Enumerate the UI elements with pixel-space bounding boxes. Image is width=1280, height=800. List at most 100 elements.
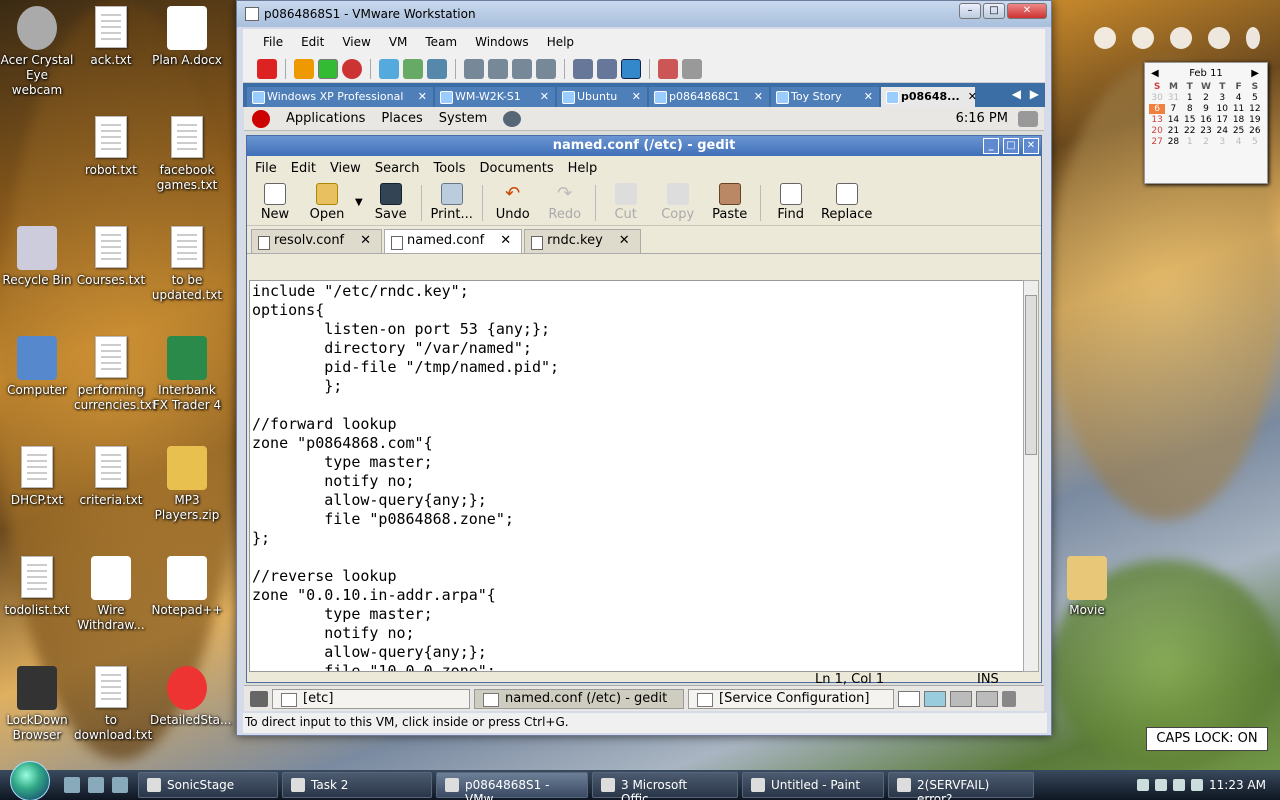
workspace-4[interactable] (976, 690, 998, 707)
tab-scroll-right-icon[interactable]: ▶ (1030, 87, 1039, 101)
snapshot-icon[interactable] (379, 58, 399, 79)
calendar-day[interactable]: 10 (1214, 104, 1230, 114)
vm-tab-winxp[interactable]: Windows XP Professional ✕ (247, 87, 433, 107)
redo-button[interactable]: ↷ Redo (541, 183, 589, 222)
gedit-minimize-button[interactable]: _ (983, 138, 999, 154)
show-desktop-icon[interactable] (250, 690, 268, 707)
calendar-day[interactable]: 5 (1247, 137, 1263, 147)
calendar-day[interactable]: 1 (1182, 137, 1198, 147)
menu-view[interactable]: View (342, 35, 370, 49)
desktop-icon[interactable]: ack.txt (74, 6, 148, 68)
calendar-day[interactable]: 18 (1230, 115, 1246, 125)
sidebar-toggle-icon[interactable] (464, 58, 484, 79)
power-tray-icon[interactable] (1191, 779, 1204, 791)
desktop-icon[interactable]: Wire Withdraw... (74, 556, 148, 633)
record-icon[interactable] (658, 58, 678, 79)
taskbar-item[interactable]: SonicStage (138, 772, 278, 798)
suspend-icon[interactable] (294, 58, 314, 79)
calendar-day[interactable]: 3 (1214, 93, 1230, 103)
gedit-close-button[interactable]: ✕ (1023, 138, 1039, 154)
desktop-icon[interactable]: Plan A.docx (150, 6, 224, 68)
menu-team[interactable]: Team (425, 35, 457, 49)
calendar-day[interactable]: 28 (1165, 137, 1181, 147)
menu-edit[interactable]: Edit (301, 35, 324, 49)
switch-windows-icon[interactable] (88, 777, 104, 793)
calendar-day[interactable]: 7 (1165, 104, 1181, 114)
taskbar-item[interactable]: 2(SERVFAIL) error? ... (888, 772, 1034, 800)
panel-applications-menu[interactable]: Applications (286, 111, 365, 126)
power-off-icon[interactable] (257, 58, 277, 79)
unity-icon[interactable] (536, 58, 556, 79)
workspace-1[interactable] (898, 690, 920, 707)
desktop-icon[interactable]: robot.txt (74, 116, 148, 178)
calendar-day[interactable]: 16 (1198, 115, 1214, 125)
desktop-icon[interactable]: Movie (1050, 556, 1124, 618)
gedit-menu-search[interactable]: Search (375, 161, 420, 176)
vmware-titlebar[interactable]: p0864868S1 - VMware Workstation – □ ✕ (237, 1, 1051, 27)
padlock-icon[interactable] (1132, 27, 1154, 49)
calendar-day[interactable]: 13 (1149, 115, 1165, 125)
task-gedit[interactable]: named.conf (/etc) - gedit (474, 688, 684, 709)
vertical-scrollbar[interactable] (1023, 280, 1039, 672)
desktop-icon[interactable]: DHCP.txt (0, 446, 74, 508)
taskbar-item[interactable]: Untitled - Paint (742, 772, 884, 798)
vm-tab-p0864868c1[interactable]: p0864868C1 ✕ (649, 87, 769, 107)
panel-places-menu[interactable]: Places (381, 111, 422, 126)
vm-tab-wm-w2k[interactable]: WM-W2K-S1 ✕ (435, 87, 555, 107)
print-button[interactable]: Print... (428, 183, 476, 222)
gedit-menu-edit[interactable]: Edit (291, 161, 316, 176)
desktop-icon[interactable]: Courses.txt (74, 226, 148, 288)
gedit-menu-tools[interactable]: Tools (433, 161, 465, 176)
calendar-day[interactable]: 14 (1165, 115, 1181, 125)
network-tray-icon[interactable] (1155, 779, 1168, 791)
open-recent-dropdown-icon[interactable]: ▼ (355, 197, 363, 208)
desktop-icon[interactable]: Acer Crystal Eye webcam (0, 6, 74, 98)
find-button[interactable]: Find (767, 183, 815, 222)
calendar-day[interactable]: 23 (1198, 126, 1214, 136)
desktop-icon[interactable]: Notepad++ (150, 556, 224, 618)
vm-tab-ubuntu[interactable]: Ubuntu ✕ (557, 87, 647, 107)
console-view-icon[interactable] (573, 58, 593, 79)
calendar-day[interactable]: 31 (1165, 93, 1181, 103)
show-desktop-icon[interactable] (64, 777, 80, 793)
calendar-day[interactable]: 2 (1198, 137, 1214, 147)
calendar-day[interactable]: 1 (1182, 93, 1198, 103)
cut-button[interactable]: Cut (602, 183, 650, 222)
workspace-2[interactable] (924, 690, 946, 707)
calendar-day[interactable]: 30 (1149, 93, 1165, 103)
volume-icon[interactable] (1018, 111, 1038, 127)
calendar-day[interactable]: 24 (1214, 126, 1230, 136)
close-tab-icon[interactable]: ✕ (619, 233, 630, 253)
file-content[interactable]: include "/etc/rndc.key"; options{ listen… (250, 281, 1026, 671)
close-tab-icon[interactable]: ✕ (968, 90, 977, 107)
desktop-icon[interactable]: LockDown Browser (0, 666, 74, 743)
menu-help[interactable]: Help (547, 35, 574, 49)
gedit-titlebar[interactable]: named.conf (/etc) - gedit _ □ ✕ (247, 136, 1041, 156)
calendar-next-icon[interactable]: ▶ (1251, 68, 1259, 79)
desktop-icon[interactable]: performing currencies.txt (74, 336, 156, 413)
calendar-day[interactable]: 2 (1198, 93, 1214, 103)
desktop-icon[interactable]: Computer (0, 336, 74, 398)
task-service-configuration[interactable]: [Service Configuration] (688, 688, 894, 709)
tab-scroll-left-icon[interactable]: ◀ (1012, 87, 1021, 101)
copy-button[interactable]: Copy (654, 183, 702, 222)
menu-file[interactable]: File (263, 35, 283, 49)
replay-icon[interactable] (682, 58, 702, 79)
calendar-day[interactable]: 26 (1247, 126, 1263, 136)
close-tab-icon[interactable]: ✕ (500, 233, 511, 253)
close-tab-icon[interactable]: ✕ (540, 90, 549, 107)
task-etc-folder[interactable]: [etc] (272, 688, 470, 709)
taskbar-clock[interactable]: 11:23 AM (1209, 778, 1266, 792)
calendar-day[interactable]: 9 (1198, 104, 1214, 114)
calendar-day[interactable]: 17 (1214, 115, 1230, 125)
doc-tab-named-conf[interactable]: named.conf ✕ (384, 229, 523, 253)
lock-icon[interactable] (1094, 27, 1116, 49)
calendar-day[interactable]: 5 (1247, 93, 1263, 103)
close-button[interactable]: ✕ (1007, 3, 1047, 19)
calendar-day[interactable]: 22 (1182, 126, 1198, 136)
doc-tab-resolv-conf[interactable]: resolv.conf ✕ (251, 229, 383, 253)
close-tab-icon[interactable]: ✕ (754, 90, 763, 107)
vm-tab-p0864868s1[interactable]: p08648... ✕ (881, 87, 977, 107)
desktop-icon[interactable]: todolist.txt (0, 556, 74, 618)
desktop-icon[interactable]: to be updated.txt (150, 226, 224, 303)
